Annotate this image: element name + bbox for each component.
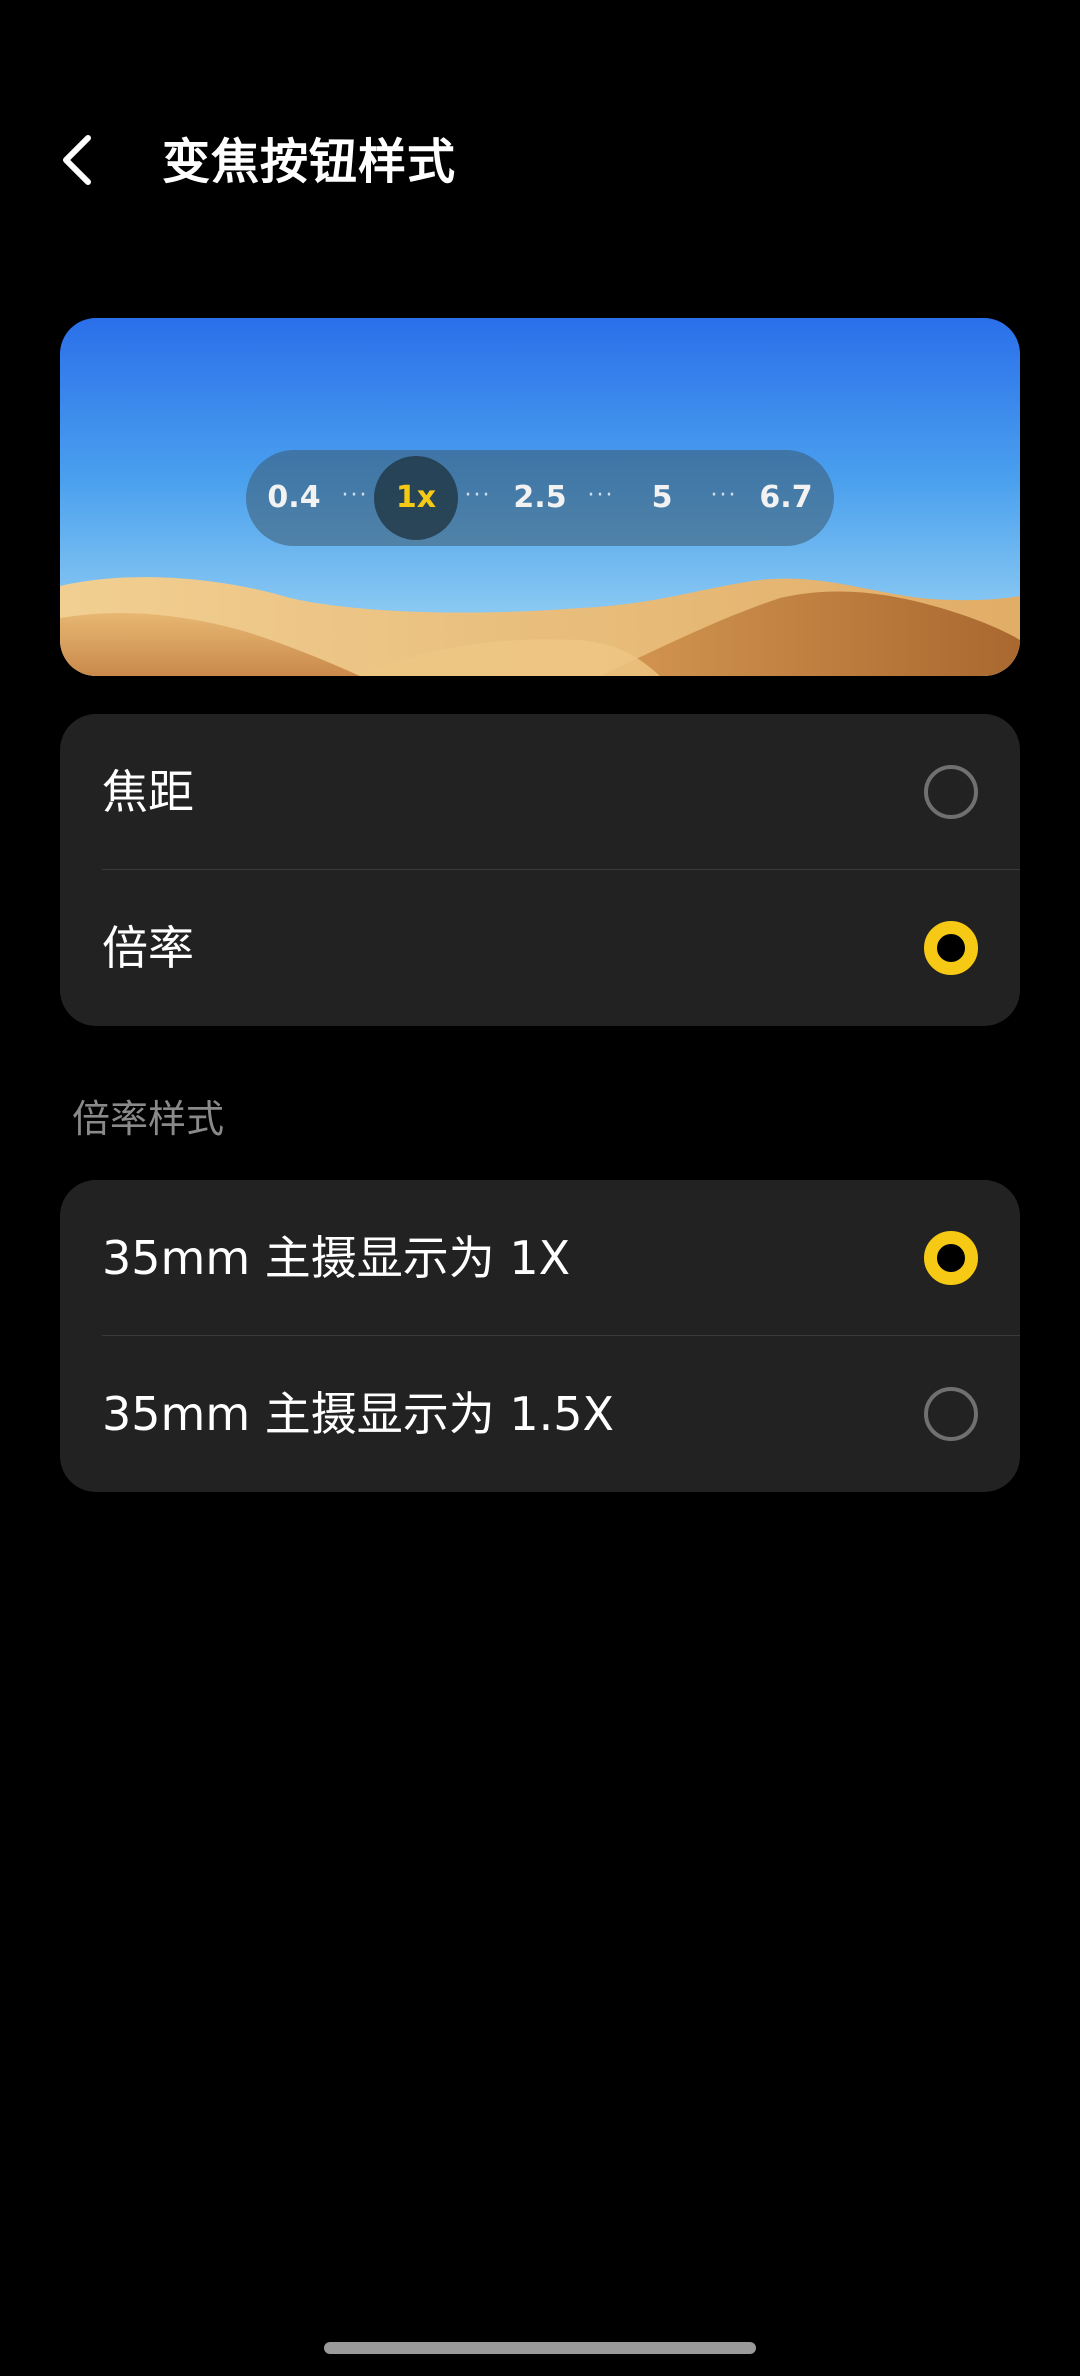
zoom-dots: ··· bbox=[587, 483, 615, 508]
radio-selected[interactable] bbox=[924, 921, 978, 975]
option-label: 35mm 主摄显示为 1.5X bbox=[102, 1387, 615, 1441]
zoom-level-5: 5 bbox=[651, 480, 673, 515]
zoom-level-6-7: 6.7 bbox=[759, 480, 813, 515]
radio-selected[interactable] bbox=[924, 1231, 978, 1285]
option-magnification[interactable]: 倍率 bbox=[60, 870, 1020, 1026]
top-app-bar: 变焦按钮样式 bbox=[0, 0, 1080, 330]
ratio-style-options: 35mm 主摄显示为 1X 35mm 主摄显示为 1.5X bbox=[60, 1180, 1020, 1492]
zoom-preview-image: 0.4 ··· 1x ··· 2.5 ··· 5 ··· 6.7 bbox=[60, 318, 1020, 676]
option-label: 35mm 主摄显示为 1X bbox=[102, 1231, 571, 1285]
zoom-level-0-4: 0.4 bbox=[267, 480, 321, 515]
radio-unselected[interactable] bbox=[924, 765, 978, 819]
button-style-options: 焦距 倍率 bbox=[60, 714, 1020, 1026]
option-35mm-1x[interactable]: 35mm 主摄显示为 1X bbox=[60, 1180, 1020, 1336]
chevron-left-icon bbox=[63, 135, 91, 185]
back-button[interactable] bbox=[48, 120, 108, 200]
option-focal-length[interactable]: 焦距 bbox=[60, 714, 1020, 870]
option-35mm-1-5x[interactable]: 35mm 主摄显示为 1.5X bbox=[60, 1336, 1020, 1492]
zoom-dots: ··· bbox=[464, 483, 492, 508]
zoom-level-2-5: 2.5 bbox=[513, 480, 567, 515]
zoom-level-bar: 0.4 ··· 1x ··· 2.5 ··· 5 ··· 6.7 bbox=[246, 450, 834, 546]
home-indicator[interactable] bbox=[324, 2342, 756, 2354]
radio-unselected[interactable] bbox=[924, 1387, 978, 1441]
page-title: 变焦按钮样式 bbox=[162, 134, 457, 190]
zoom-level-1x: 1x bbox=[395, 480, 437, 515]
zoom-dots: ··· bbox=[710, 483, 738, 508]
option-label: 焦距 bbox=[102, 765, 194, 819]
zoom-dots: ··· bbox=[341, 483, 369, 508]
section-title-ratio-style: 倍率样式 bbox=[72, 1097, 225, 1141]
option-label: 倍率 bbox=[102, 921, 194, 975]
